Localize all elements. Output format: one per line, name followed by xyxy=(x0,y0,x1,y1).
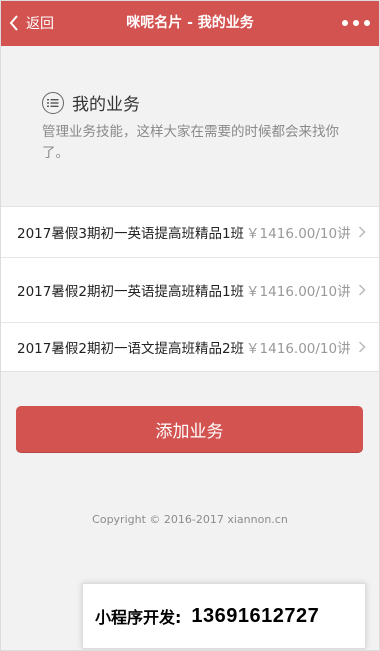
add-service-button[interactable]: 添加业务 xyxy=(16,406,363,452)
section-header: 我的业务 xyxy=(42,90,140,115)
copyright-text: Copyright © 2016-2017 xiannon.cn xyxy=(92,513,288,526)
section-description: 管理业务技能，这样大家在需要的时候都会来找你了。 xyxy=(42,124,339,161)
more-dots-icon[interactable] xyxy=(342,0,370,46)
service-row[interactable]: 2017暑假2期初一英语提高班精品1班 ￥1416.00/10讲 xyxy=(0,257,380,322)
promo-phone: 13691612727 xyxy=(191,604,320,627)
chevron-right-icon xyxy=(358,226,366,238)
service-row[interactable]: 2017暑假3期初一英语提高班精品1班 ￥1416.00/10讲 xyxy=(0,207,380,257)
promo-label: 小程序开发: xyxy=(95,608,182,627)
service-list: 2017暑假3期初一英语提高班精品1班 ￥1416.00/10讲 2017暑假2… xyxy=(0,206,380,372)
service-price: ￥1416.00/10讲 xyxy=(246,341,351,357)
service-price: ￥1416.00/10讲 xyxy=(246,284,351,300)
service-name: 2017暑假3期初一英语提高班精品1班 xyxy=(17,226,245,242)
chevron-right-icon xyxy=(358,284,366,296)
service-name: 2017暑假2期初一英语提高班精品1班 xyxy=(17,284,245,300)
promo-banner: 小程序开发: 13691612727 xyxy=(82,583,366,649)
section-title: 我的业务 xyxy=(72,95,140,115)
list-icon xyxy=(42,91,64,114)
chevron-right-icon xyxy=(358,341,366,353)
service-row[interactable]: 2017暑假2期初一语文提高班精品2班 ￥1416.00/10讲 xyxy=(0,322,380,371)
page-title: 咪呢名片 - 我的业务 xyxy=(126,15,254,31)
service-name: 2017暑假2期初一语文提高班精品2班 xyxy=(17,341,245,357)
nav-bar: 返回 咪呢名片 - 我的业务 xyxy=(0,0,380,46)
service-price: ￥1416.00/10讲 xyxy=(246,226,351,242)
